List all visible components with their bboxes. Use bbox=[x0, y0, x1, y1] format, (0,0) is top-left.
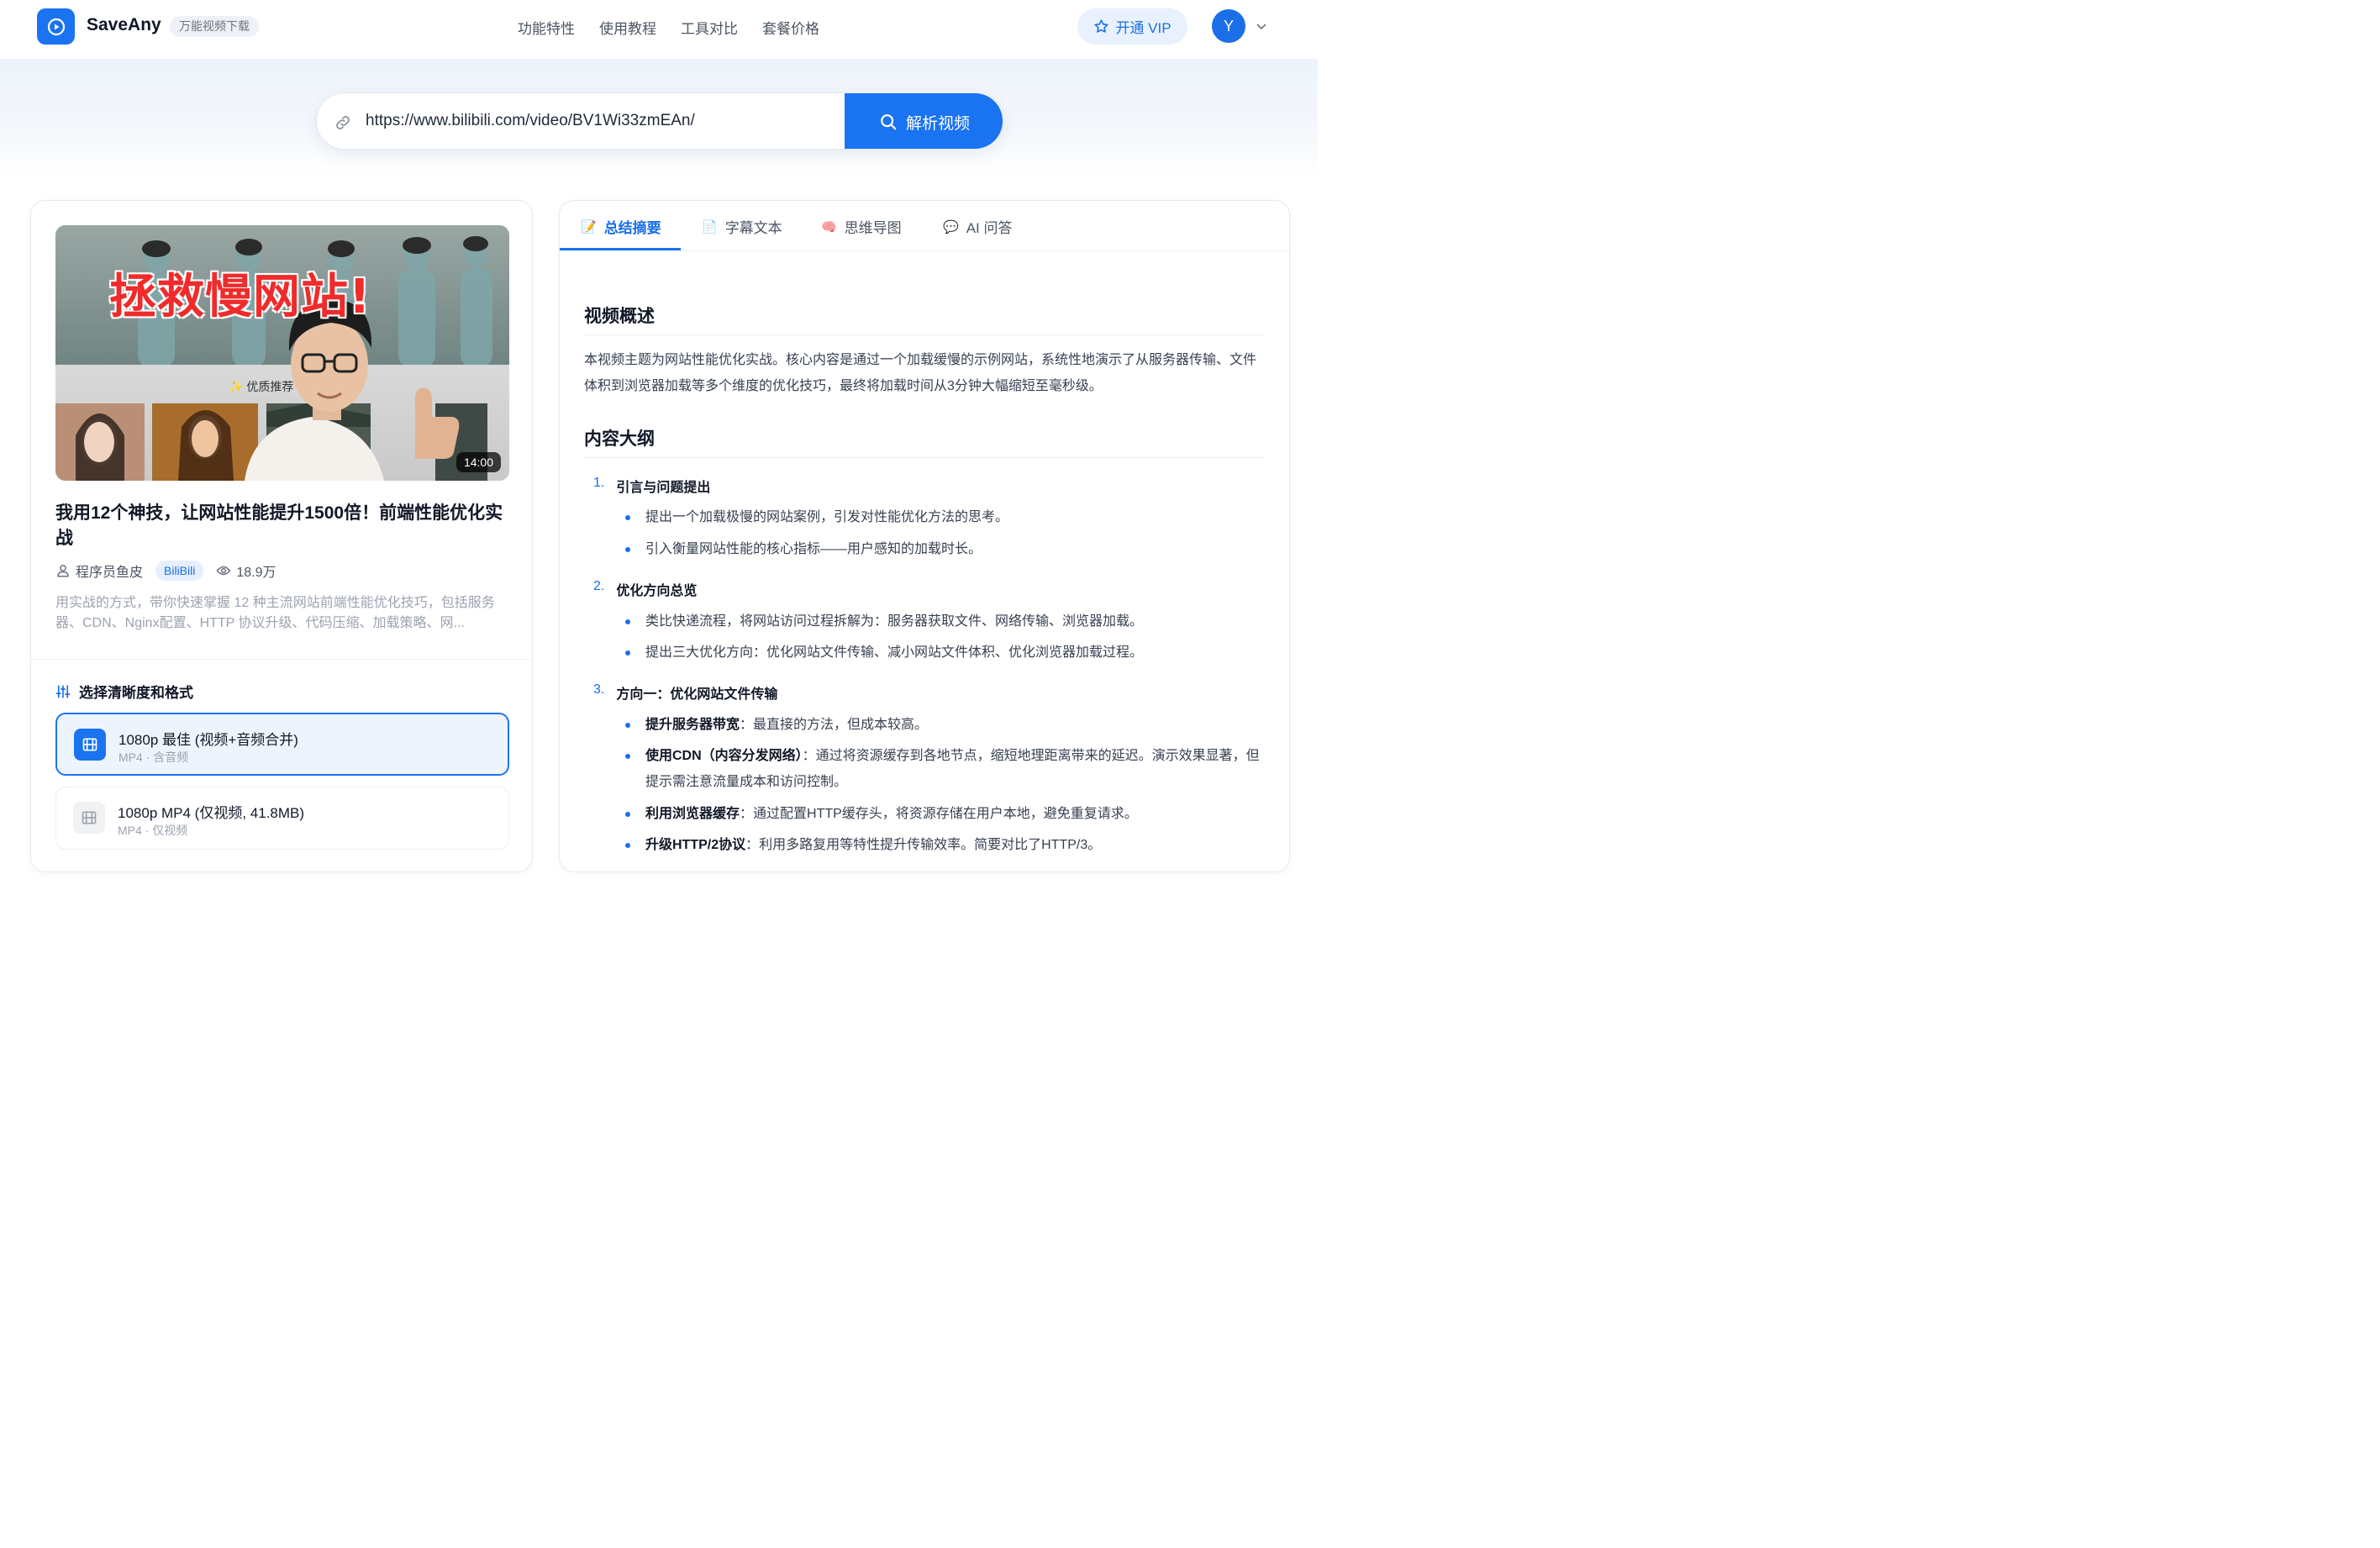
analysis-tabs: 📝 总结摘要 📄 字幕文本 🧠 思维导图 💬 AI 问答 bbox=[560, 201, 1289, 251]
bullet-text: ：最直接的方法，但成本较高。 bbox=[740, 718, 929, 732]
star-icon bbox=[1094, 19, 1109, 33]
film-icon bbox=[82, 738, 97, 751]
view-count: 18.9万 bbox=[236, 566, 276, 580]
video-description: 用实战的方式，带你快速掌握 12 种主流网站前端性能优化技巧，包括服务器、CDN… bbox=[55, 596, 495, 630]
parse-button-label: 解析视频 bbox=[905, 114, 970, 133]
outline-number: 2. bbox=[593, 579, 605, 593]
outline-label: 方向一：优化网站文件传输 bbox=[616, 687, 778, 702]
overview-text: 本视频主题为网站性能优化实战。核心内容是通过一个加载缓慢的示例网站，系统性地演示… bbox=[584, 353, 1257, 393]
bullet-bold: 提升服务器带宽 bbox=[645, 718, 740, 732]
outline-number: 1. bbox=[593, 476, 605, 490]
video-thumbnail[interactable]: 拯救慢网站! ✨ 优质推荐 14:00 bbox=[55, 225, 509, 481]
outline-item: 2. 优化方向总览 bbox=[593, 579, 697, 599]
format-subtitle: MP4 · 仅视频 bbox=[118, 824, 188, 837]
format-subtitle: MP4 · 含音频 bbox=[118, 750, 189, 764]
video-title: 我用12个神技，让网站性能提升1500倍！前端性能优化实战 bbox=[55, 503, 503, 548]
chat-bubble-icon: 💬 bbox=[943, 219, 959, 234]
format-heading-text: 选择清晰度和格式 bbox=[79, 685, 193, 701]
section-divider bbox=[31, 659, 534, 660]
nav-features[interactable]: 功能特性 bbox=[518, 17, 575, 38]
vip-label: 开通 VIP bbox=[1115, 20, 1172, 36]
tab-summary[interactable]: 📝 总结摘要 bbox=[581, 216, 661, 237]
brand-tagline: 万能视频下载 bbox=[170, 16, 259, 37]
eye-icon bbox=[216, 566, 231, 576]
bullet-text: ：通过配置HTTP缓存头，将资源存储在用户本地，避免重复请求。 bbox=[740, 807, 1138, 821]
video-info-card: 拯救慢网站! ✨ 优质推荐 14:00 我用12个神技，让网站性能提升1500倍… bbox=[30, 200, 534, 872]
tab-mindmap-label: 思维导图 bbox=[844, 220, 902, 236]
tab-subtitles-label: 字幕文本 bbox=[724, 220, 782, 236]
user-icon bbox=[57, 565, 69, 577]
outline-bullet: 利用浏览器缓存：通过配置HTTP缓存头，将资源存储在用户本地，避免重复请求。 bbox=[625, 801, 1264, 827]
bullet-text: 提出一个加载极慢的网站案例，引发对性能优化方法的思考。 bbox=[645, 510, 1009, 524]
nav-compare[interactable]: 工具对比 bbox=[681, 17, 738, 38]
format-option-1080p-merged[interactable]: 1080p 最佳 (视频+音频合并) MP4 · 含音频 bbox=[55, 713, 509, 776]
format-title: 1080p MP4 (仅视频, 41.8MB) bbox=[118, 805, 305, 821]
platform-badge: BiliBili bbox=[155, 561, 204, 581]
video-duration: 14:00 bbox=[455, 452, 501, 472]
memo-icon: 📝 bbox=[581, 219, 597, 234]
tab-summary-label: 总结摘要 bbox=[603, 220, 661, 236]
outline-bullet: 提出一个加载极慢的网站案例，引发对性能优化方法的思考。 bbox=[625, 504, 1264, 530]
video-meta: 程序员鱼皮 BiliBili 18.9万 bbox=[55, 560, 276, 582]
outline-bullet: 类比快递流程，将网站访问过程拆解为：服务器获取文件、网络传输、浏览器加载。 bbox=[625, 608, 1264, 634]
heading-divider bbox=[584, 334, 1265, 335]
brand-name[interactable]: SaveAny bbox=[87, 15, 161, 35]
sliders-icon bbox=[55, 684, 71, 698]
outline-bullet: 使用CDN（内容分发网络）：通过将资源缓存到各地节点，缩短地理距离带来的延迟。演… bbox=[625, 743, 1264, 795]
open-vip-button[interactable]: 开通 VIP bbox=[1077, 8, 1187, 45]
bullet-text: 类比快递流程，将网站访问过程拆解为：服务器获取文件、网络传输、浏览器加载。 bbox=[645, 614, 1144, 629]
play-circle-icon bbox=[47, 18, 65, 35]
parse-video-button[interactable]: 解析视频 bbox=[845, 93, 1003, 149]
outline-label: 优化方向总览 bbox=[616, 584, 698, 598]
bullet-text: 提出三大优化方向：优化网站文件传输、减小网站文件体积、优化浏览器加载过程。 bbox=[645, 645, 1144, 660]
format-option-1080p-video-only[interactable]: 1080p MP4 (仅视频, 41.8MB) MP4 · 仅视频 bbox=[55, 787, 509, 850]
bullet-text: ：利用多路复用等特性提升传输效率。简要对比了HTTP/3。 bbox=[745, 838, 1102, 852]
film-icon-container bbox=[74, 729, 106, 761]
bullet-bold: 利用浏览器缓存 bbox=[645, 807, 740, 821]
chevron-down-icon[interactable] bbox=[1256, 20, 1267, 32]
outline-bullet: 提升服务器带宽：最直接的方法，但成本较高。 bbox=[625, 712, 1264, 738]
video-author[interactable]: 程序员鱼皮 bbox=[76, 561, 143, 581]
bullet-text: 引入衡量网站性能的核心指标——用户感知的加载时长。 bbox=[645, 542, 982, 556]
format-title: 1080p 最佳 (视频+音频合并) bbox=[118, 732, 298, 748]
film-icon-container bbox=[73, 802, 105, 834]
url-search-bar: 解析视频 bbox=[316, 92, 1003, 150]
video-url-input[interactable] bbox=[366, 105, 836, 137]
outline-item: 3. 方向一：优化网站文件传输 bbox=[593, 682, 777, 703]
analysis-panel: 📝 总结摘要 📄 字幕文本 🧠 思维导图 💬 AI 问答 视频概述 本视频主题为… bbox=[559, 200, 1290, 872]
tab-mindmap[interactable]: 🧠 思维导图 bbox=[821, 216, 902, 237]
search-icon bbox=[881, 114, 897, 130]
outline-number: 3. bbox=[593, 682, 605, 697]
top-header: SaveAny 万能视频下载 功能特性 使用教程 工具对比 套餐价格 开通 VI… bbox=[0, 0, 1318, 59]
brain-icon: 🧠 bbox=[821, 219, 837, 234]
format-section-heading: 选择清晰度和格式 bbox=[55, 681, 193, 702]
user-avatar[interactable]: Y bbox=[1212, 9, 1245, 43]
outline-label: 引言与问题提出 bbox=[616, 481, 711, 495]
thumbnail-recommend-badge: ✨ 优质推荐 bbox=[229, 380, 294, 393]
outline-heading: 内容大纲 bbox=[584, 429, 655, 449]
tab-ai-qa-label: AI 问答 bbox=[966, 220, 1013, 236]
outline-bullet: 提出三大优化方向：优化网站文件传输、减小网站文件体积、优化浏览器加载过程。 bbox=[625, 640, 1264, 666]
outline-item: 1. 引言与问题提出 bbox=[593, 476, 710, 496]
link-icon bbox=[336, 116, 350, 129]
heading-divider bbox=[584, 457, 1265, 458]
bullet-bold: 升级HTTP/2协议 bbox=[645, 838, 746, 852]
document-icon: 📄 bbox=[702, 219, 718, 234]
main-nav: 功能特性 使用教程 工具对比 套餐价格 bbox=[518, 17, 819, 38]
overview-heading: 视频概述 bbox=[584, 307, 655, 326]
outline-bullet: 引入衡量网站性能的核心指标——用户感知的加载时长。 bbox=[625, 536, 1264, 562]
active-tab-indicator bbox=[560, 248, 681, 250]
logo[interactable] bbox=[37, 8, 75, 45]
nav-pricing[interactable]: 套餐价格 bbox=[762, 17, 819, 38]
tab-subtitles[interactable]: 📄 字幕文本 bbox=[702, 216, 782, 237]
film-icon bbox=[82, 811, 97, 824]
tab-ai-qa[interactable]: 💬 AI 问答 bbox=[943, 216, 1012, 237]
nav-tutorial[interactable]: 使用教程 bbox=[599, 17, 656, 38]
thumbnail-headline: 拯救慢网站! bbox=[109, 270, 371, 324]
outline-bullet: 升级HTTP/2协议：利用多路复用等特性提升传输效率。简要对比了HTTP/3。 bbox=[625, 832, 1264, 858]
bullet-bold: 使用CDN（内容分发网络） bbox=[645, 749, 803, 763]
